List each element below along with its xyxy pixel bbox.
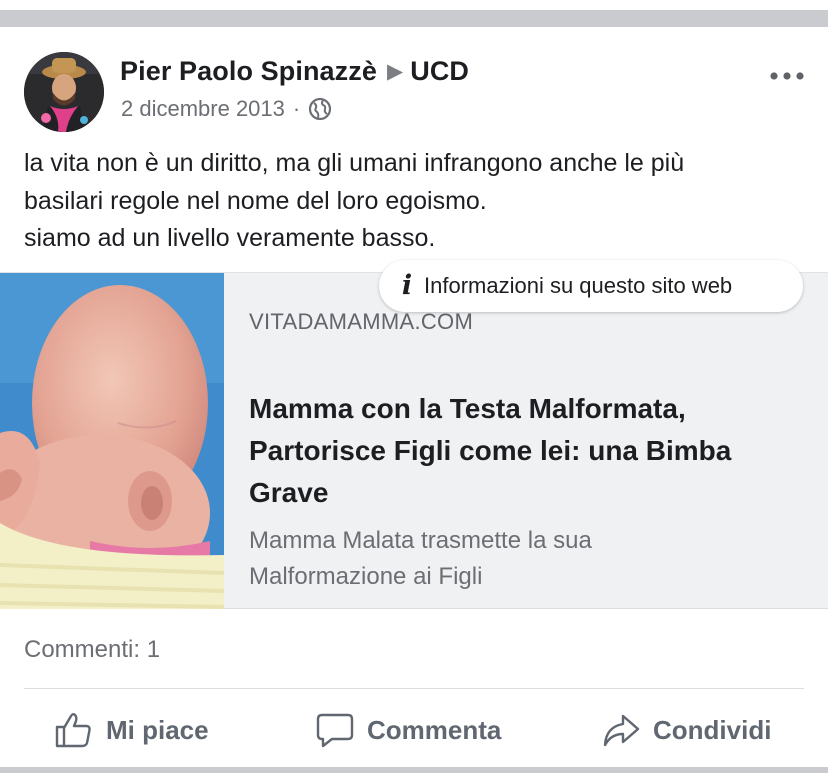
separator-strip xyxy=(0,10,828,27)
author-avatar[interactable] xyxy=(24,52,104,132)
link-title-line: Grave xyxy=(249,477,329,508)
site-info-label: Informazioni su questo sito web xyxy=(424,273,733,298)
link-title-line: Mamma con la Testa Malformata, xyxy=(249,393,686,424)
share-label: Condividi xyxy=(653,714,772,745)
comment-bubble-icon xyxy=(316,713,354,748)
link-details[interactable]: VITADAMAMMA.COM Mamma con la Testa Malfo… xyxy=(224,273,828,609)
site-info-button[interactable]: i Informazioni su questo sito web xyxy=(379,260,803,312)
actions-divider xyxy=(24,688,804,689)
top-separator xyxy=(0,0,828,28)
link-description-line: Malformazione ai Figli xyxy=(249,563,483,590)
comment-button[interactable]: Commenta xyxy=(315,708,501,752)
link-domain: VITADAMAMMA.COM xyxy=(249,309,474,334)
link-preview-card[interactable]: VITADAMAMMA.COM Mamma con la Testa Malfo… xyxy=(0,272,828,609)
post-text-line: basilari regole nel nome del loro egoism… xyxy=(24,186,487,215)
share-arrow-icon xyxy=(603,714,640,747)
post-text-line: siamo ad un livello veramente basso. xyxy=(24,224,436,252)
like-button[interactable]: Mi piace xyxy=(54,708,209,752)
link-title[interactable]: Mamma con la Testa Malformata, Partorisc… xyxy=(249,388,819,514)
thumbnail-image xyxy=(0,273,224,609)
author-name[interactable]: Pier Paolo Spinazzè xyxy=(120,56,377,86)
link-title-line: Partorisce Figli come lei: una Bimba xyxy=(249,435,732,466)
bottom-separator xyxy=(0,767,828,773)
post-text-line: la vita non è un diritto, ma gli umani i… xyxy=(24,149,685,177)
group-name[interactable]: UCD xyxy=(410,56,469,86)
thumbs-up-icon xyxy=(55,713,91,748)
post-meta: 2 dicembre 2013 · xyxy=(121,96,332,122)
meta-separator: · xyxy=(292,96,301,121)
avatar-image xyxy=(24,52,104,132)
link-description: Mamma Malata trasmette la sua Malformazi… xyxy=(249,523,819,595)
globe-icon xyxy=(309,97,332,121)
post-message: la vita non è un diritto, ma gli umani i… xyxy=(24,145,814,258)
share-button[interactable]: Condividi xyxy=(601,708,771,752)
triangle-right-icon: ▶ xyxy=(386,60,404,83)
post-header: Pier Paolo Spinazzè ▶ UCD xyxy=(120,56,469,87)
link-thumbnail[interactable] xyxy=(0,273,224,609)
more-options-icon[interactable] xyxy=(768,66,808,86)
comment-label: Commenta xyxy=(367,714,502,745)
info-icon: i xyxy=(401,270,413,301)
comments-count[interactable]: Commenti: 1 xyxy=(24,636,160,664)
like-label: Mi piace xyxy=(106,714,209,745)
post-date[interactable]: 2 dicembre 2013 xyxy=(121,96,285,122)
link-description-line: Mamma Malata trasmette la sua xyxy=(249,527,592,554)
